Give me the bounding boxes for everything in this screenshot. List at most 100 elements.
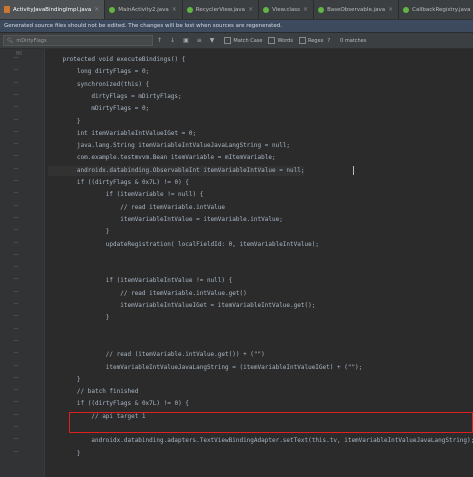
gutter-tick: [14, 106, 18, 108]
code-line: itemVariableIntValueJavaLangString = (it…: [48, 363, 363, 371]
code-line: if (itemVariableIntValue != null) {: [105, 277, 233, 285]
gutter-tick: [14, 315, 18, 317]
gutter-tick: [14, 57, 18, 58]
editor-tab[interactable]: CallbackRegistry.java×: [399, 0, 473, 19]
code-line: synchronized(this) {: [76, 80, 150, 88]
gutter-tick: [14, 376, 18, 378]
find-input[interactable]: 🔍︎ mDirtyFlags: [3, 35, 153, 46]
code-line: com.example.testmvvm.Bean itemVariable =…: [48, 154, 276, 162]
java-file-icon: [4, 6, 10, 13]
code-line: // batch finished: [76, 388, 139, 396]
code-line: itemVariableIntValueIGet = itemVariableI…: [48, 302, 316, 309]
gutter-tick: [14, 155, 18, 157]
gutter-tick: [14, 253, 18, 255]
code-line: }: [48, 375, 81, 383]
code-line: itemVariableIntValue = itemVariable.intV…: [48, 215, 283, 223]
gutter-tick: [14, 339, 18, 341]
close-icon[interactable]: ×: [94, 6, 99, 13]
previous-occurrence-icon[interactable]: ↑: [157, 37, 162, 44]
gutter-tick: [14, 266, 18, 268]
gutter-tick: [14, 180, 18, 181]
gutter-tick: [14, 204, 18, 206]
code-line: mDirtyFlags = 0;: [91, 105, 150, 113]
generated-source-warning-banner: Generated source files should not be edi…: [0, 20, 473, 32]
regex-checkbox[interactable]: [298, 37, 306, 44]
code-line: // read itemVariable.intValue: [120, 203, 226, 211]
editor-tab[interactable]: MainActivity2.java ×: [105, 0, 183, 19]
editor-tab[interactable]: View.class ×: [259, 0, 315, 19]
gutter-tick: [14, 426, 18, 427]
next-occurrence-icon[interactable]: ↓: [170, 37, 175, 44]
code-line: dirtyFlags = mDirtyFlags;: [48, 92, 182, 100]
code-line: androidx.databinding.ObservableInt itemV…: [48, 165, 305, 176]
gutter-tick: [14, 118, 18, 120]
gutter-tick: [14, 438, 18, 440]
words-checkbox[interactable]: [268, 37, 276, 44]
tab-label: CallbackRegistry.java: [412, 6, 471, 13]
gutter-tick: [14, 389, 18, 391]
gutter-tick: [14, 130, 18, 132]
gutter-tick: [14, 69, 18, 71]
tab-label: RecyclerView.java: [195, 6, 246, 13]
highlight-annotation-box: [69, 412, 473, 433]
code-line: int itemVariableIntValueIGet = 0;: [76, 129, 197, 137]
editor-tab[interactable]: RecyclerView.java ×: [183, 0, 260, 19]
tab-label: View.class: [272, 6, 301, 13]
code-line: if (itemVariable != null) {: [105, 191, 204, 199]
code-line: androidx.databinding.adapters.TextViewBi…: [48, 437, 473, 445]
code-line: long dirtyFlags = 0;: [76, 68, 150, 76]
gutter-tick: [14, 216, 18, 218]
gutter-tick: [14, 364, 18, 366]
code-line: // read (itemVariable.intValue.get()) + …: [105, 351, 265, 359]
gutter-label: MR: [15, 51, 22, 57]
close-icon[interactable]: ×: [303, 6, 308, 13]
gutter-tick: [14, 303, 18, 304]
editor-tab[interactable]: ActivityJavaBindingImpl.java ×: [0, 0, 106, 19]
code-line: }: [48, 228, 110, 236]
gutter-tick: [14, 450, 18, 452]
close-icon[interactable]: ×: [248, 6, 253, 13]
regex-help-link[interactable]: ?: [327, 38, 330, 44]
find-bar: 🔍︎ mDirtyFlags ↑ ↓ ▣ ≡ ▼ Match Case Word…: [0, 33, 473, 49]
filter-icon[interactable]: ▣: [183, 37, 189, 44]
code-line: // read itemVariable.intValue.get(): [120, 289, 247, 297]
select-all-icon[interactable]: ≡: [197, 37, 202, 44]
tab-label: BaseObservable.java: [327, 6, 386, 13]
regex-label: Regex: [307, 37, 324, 44]
text-caret: [353, 166, 354, 176]
funnel-icon[interactable]: ▼: [210, 37, 215, 44]
editor-tab[interactable]: BaseObservable.java ×: [314, 0, 400, 19]
gutter-tick: [14, 93, 18, 95]
gutter-tick: [14, 229, 18, 231]
class-file-icon: [186, 6, 193, 13]
gutter-tick: [14, 413, 18, 415]
class-file-icon: [263, 6, 270, 13]
class-file-icon: [109, 6, 116, 13]
editor-gutter: MR: [0, 49, 45, 477]
code-line: }: [48, 314, 110, 322]
class-file-icon: [318, 6, 325, 13]
gutter-tick: [14, 81, 18, 83]
code-line: updateRegistration( localFieldId: 0, ite…: [48, 240, 319, 248]
class-file-icon: [403, 6, 410, 13]
tab-label: MainActivity2.java: [118, 6, 169, 13]
gutter-tick: [14, 143, 18, 145]
match-count: 0 matches: [340, 37, 367, 44]
gutter-tick: [14, 352, 18, 354]
close-icon[interactable]: ×: [388, 6, 393, 13]
match-case-checkbox[interactable]: [224, 37, 232, 44]
gutter-tick: [14, 167, 18, 169]
gutter-tick: [14, 278, 18, 280]
code-line: protected void executeBindings() {: [62, 56, 186, 63]
code-line: }: [48, 449, 81, 457]
close-icon[interactable]: ×: [172, 6, 177, 13]
code-line: }: [48, 117, 81, 125]
gutter-tick: [14, 241, 18, 243]
code-line: if ((dirtyFlags & 0x7L) != 0) {: [76, 179, 189, 186]
code-line: java.lang.String itemVariableIntValueJav…: [48, 142, 291, 150]
warning-text: Generated source files should not be edi…: [4, 23, 282, 29]
gutter-tick: [14, 327, 18, 329]
tab-label: ActivityJavaBindingImpl.java: [13, 6, 92, 13]
match-case-label: Match Case: [233, 37, 263, 44]
find-query: mDirtyFlags: [16, 37, 47, 44]
